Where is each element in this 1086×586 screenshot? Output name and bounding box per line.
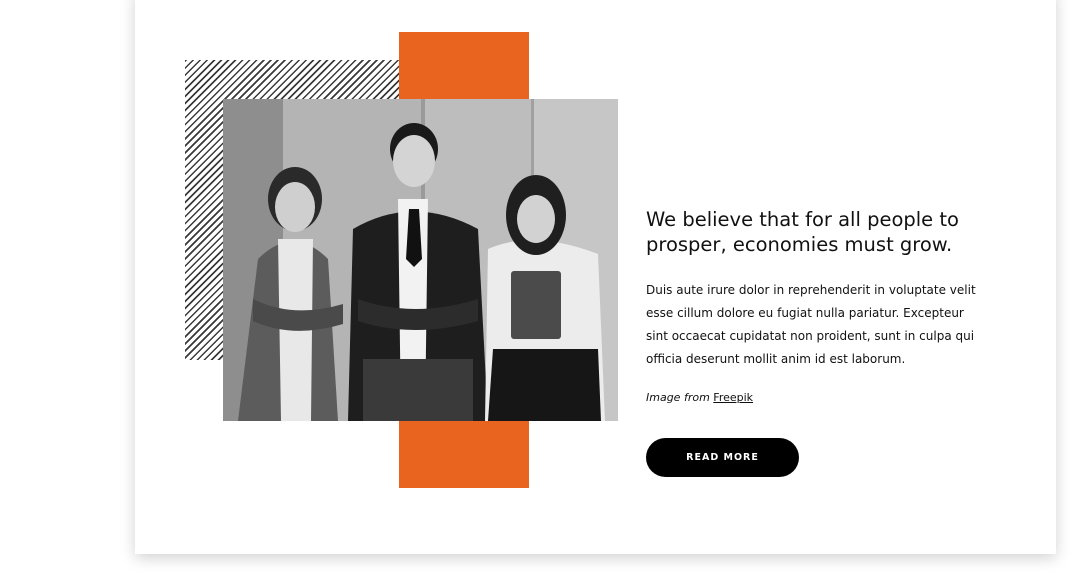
credit-prefix: Image from (646, 391, 710, 404)
section-body-text: Duis aute irure dolor in reprehenderit i… (646, 283, 976, 366)
team-photo (223, 99, 618, 421)
section-headline: We believe that for all people to prospe… (646, 208, 959, 256)
read-more-button[interactable]: READ MORE (646, 438, 799, 477)
freepik-link[interactable]: Freepik (713, 391, 753, 404)
image-credit: Image from Freepik (646, 391, 753, 404)
